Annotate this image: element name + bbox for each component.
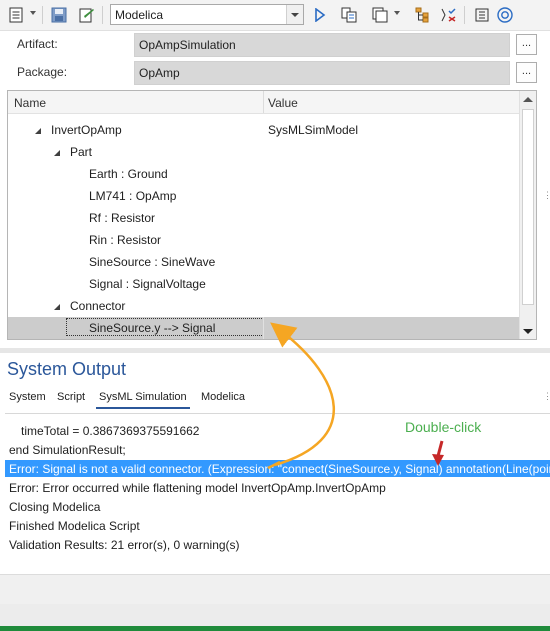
language-combo-value: Modelica [115,8,164,22]
expanded-triangle-icon[interactable] [35,128,41,134]
more-tabs-grip[interactable]: ⋮ [543,391,550,402]
column-header-value[interactable]: Value [268,96,298,110]
tree-row[interactable]: Part [8,141,519,163]
tree-row-name: Part [70,145,93,159]
output-panel: timeTotal = 0.3867369375591662 end Simul… [5,413,550,574]
help-icon[interactable] [495,5,515,25]
package-label: Package: [17,65,68,79]
panel-splitter[interactable] [0,348,550,353]
tree-row[interactable]: Earth : Ground [8,163,519,185]
language-combo[interactable]: Modelica [110,4,304,25]
tree-row-selected[interactable]: SineSource.y --> Signal [8,317,519,339]
tree-row-name: Connector [70,299,126,313]
package-value: OpAmp [139,66,180,80]
output-line[interactable]: Finished Modelica Script [9,519,140,533]
status-bar [0,626,550,631]
toolbar-divider [464,6,465,24]
generate-icon[interactable] [339,5,359,25]
column-divider[interactable] [263,91,264,113]
output-line[interactable]: Validation Results: 21 error(s), 0 warni… [9,538,240,552]
double-click-annotation: Double-click [405,419,482,435]
grid-scrollbar[interactable] [519,91,536,339]
column-divider [263,317,264,339]
artifact-label: Artifact: [17,37,58,51]
tree-row-name: SineSource.y --> Signal [89,321,216,335]
save-icon[interactable] [49,5,69,25]
tree-row-name: Signal : SignalVoltage [89,277,206,291]
chevron-down-icon[interactable] [30,11,36,15]
artifact-browse-button[interactable]: ... [516,34,537,55]
run-icon[interactable] [310,5,330,25]
output-line-selected[interactable]: Error: Signal is not a valid connector. … [5,460,550,477]
list-icon[interactable] [472,5,492,25]
chevron-down-icon[interactable] [394,11,400,15]
tree-row-name: InvertOpAmp [51,123,122,137]
tree-row-name: LM741 : OpAmp [89,189,177,203]
splitter-grip[interactable]: ⋮ [543,190,550,201]
validate-icon[interactable] [438,5,458,25]
tab-sysml-simulation[interactable]: SysML Simulation [99,391,187,403]
tree-row[interactable]: Rf : Resistor [8,207,519,229]
tree-row-name: Rf : Resistor [89,211,156,225]
grid-header: Name Value [8,91,519,114]
tree-row-name: Earth : Ground [89,167,168,181]
chevron-down-icon[interactable] [286,5,303,24]
documents-icon[interactable] [370,5,390,25]
package-browse-button[interactable]: ... [516,62,537,83]
output-line-text: Error: Signal is not a valid connector. … [9,462,550,476]
toolbar: Modelica [0,0,550,31]
output-line[interactable]: end SimulationResult; [9,443,126,457]
system-output-title: System Output [7,359,127,379]
expanded-triangle-icon[interactable] [54,150,60,156]
artifact-value: OpAmpSimulation [139,38,236,52]
properties-icon[interactable] [6,5,26,25]
package-field: OpAmp [134,61,510,85]
tab-script[interactable]: Script [57,391,85,403]
output-line[interactable]: Closing Modelica [9,500,100,514]
scroll-down-icon[interactable] [523,329,533,334]
column-header-name[interactable]: Name [14,96,46,110]
tree-row[interactable]: Connector [8,295,519,317]
scroll-up-icon[interactable] [523,97,533,102]
tab-system[interactable]: System [9,391,46,403]
tree-row[interactable]: Signal : SignalVoltage [8,273,519,295]
scroll-thumb[interactable] [522,109,534,305]
hierarchy-icon[interactable] [412,5,432,25]
model-tree-grid: Name Value InvertOpAmp SysMLSimModel Par… [7,90,537,340]
output-footer [0,574,550,605]
tree-row[interactable]: LM741 : OpAmp [8,185,519,207]
toolbar-divider [102,6,103,24]
tab-modelica[interactable]: Modelica [201,391,245,403]
tree-row-name: SineSource : SineWave [89,255,216,269]
toolbar-divider [42,6,43,24]
tree-row-value: SysMLSimModel [268,123,359,137]
tree-row[interactable]: InvertOpAmp SysMLSimModel [8,119,519,141]
system-output-tabs: System Script SysML Simulation Modelica … [0,385,550,409]
tree-row[interactable]: SineSource : SineWave [8,251,519,273]
artifact-field: OpAmpSimulation [134,33,510,57]
tree-row[interactable]: Rin : Resistor [8,229,519,251]
expanded-triangle-icon[interactable] [54,304,60,310]
tree-row-name: Rin : Resistor [89,233,162,247]
edit-icon[interactable] [77,5,97,25]
output-line[interactable]: Error: Error occurred while flattening m… [9,481,386,495]
output-line[interactable]: timeTotal = 0.3867369375591662 [21,424,199,438]
active-tab-indicator [96,407,190,409]
